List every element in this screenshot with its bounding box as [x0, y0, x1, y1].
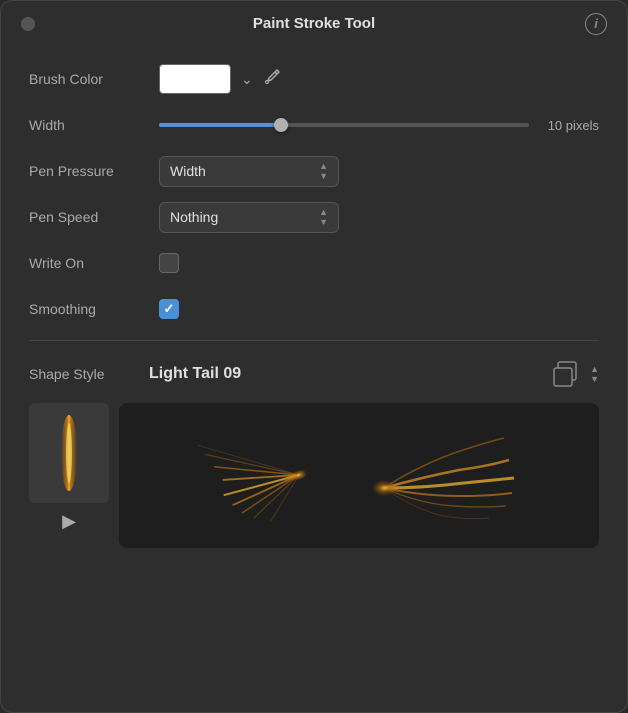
width-value: 10 pixels: [539, 118, 599, 133]
pen-pressure-label: Pen Pressure: [29, 163, 149, 179]
pen-pressure-value: Width: [170, 163, 206, 179]
pen-speed-label: Pen Speed: [29, 209, 149, 225]
color-swatch[interactable]: [159, 64, 231, 94]
copy-style-button[interactable]: [552, 360, 582, 388]
shape-style-stepper[interactable]: ▲ ▼: [590, 365, 599, 384]
titlebar: Paint Stroke Tool i: [1, 1, 627, 46]
smoothing-row: Smoothing ✓: [29, 286, 599, 332]
main-content: Brush Color ⌄ Width 10 pixels: [1, 46, 627, 568]
width-slider-thumb[interactable]: [274, 118, 288, 132]
width-row: Width 10 pixels: [29, 102, 599, 148]
shape-style-controls: ▲ ▼: [552, 360, 599, 388]
preview-thumb-container: ▶: [29, 403, 109, 548]
write-on-checkbox[interactable]: [159, 253, 179, 273]
shape-preview-thumb[interactable]: [29, 403, 109, 503]
write-on-label: Write On: [29, 255, 149, 271]
shape-style-label: Shape Style: [29, 366, 149, 382]
shape-style-row: Shape Style Light Tail 09 ▲ ▼: [29, 349, 599, 399]
eyedropper-icon[interactable]: [263, 68, 281, 91]
pen-pressure-row: Pen Pressure Width ▲ ▼: [29, 148, 599, 194]
preview-area: ▶: [29, 403, 599, 548]
pen-pressure-dropdown[interactable]: Width ▲ ▼: [159, 156, 339, 187]
width-slider-track[interactable]: [159, 123, 529, 127]
smoothing-label: Smoothing: [29, 301, 149, 317]
pen-speed-row: Pen Speed Nothing ▲ ▼: [29, 194, 599, 240]
brush-color-row: Brush Color ⌄: [29, 56, 599, 102]
paint-stroke-tool-window: Paint Stroke Tool i Brush Color ⌄ Width: [0, 0, 628, 713]
shape-preview-main[interactable]: [119, 403, 599, 548]
play-button[interactable]: ▶: [62, 511, 76, 532]
pen-speed-value: Nothing: [170, 209, 218, 225]
pen-speed-stepper[interactable]: ▲ ▼: [319, 208, 328, 227]
width-label: Width: [29, 117, 149, 133]
smoothing-checkbox[interactable]: ✓: [159, 299, 179, 319]
info-button[interactable]: i: [585, 13, 607, 35]
shape-style-name: Light Tail 09: [149, 365, 552, 383]
pen-pressure-stepper[interactable]: ▲ ▼: [319, 162, 328, 181]
pen-speed-dropdown[interactable]: Nothing ▲ ▼: [159, 202, 339, 233]
checkmark-icon: ✓: [164, 301, 175, 317]
preview-main-svg: [119, 403, 599, 548]
traffic-light-button[interactable]: [21, 17, 35, 31]
divider: [29, 340, 599, 341]
width-slider-container: [159, 123, 529, 127]
write-on-row: Write On: [29, 240, 599, 286]
color-dropdown-arrow[interactable]: ⌄: [241, 71, 253, 88]
window-title: Paint Stroke Tool: [253, 15, 375, 32]
brush-color-label: Brush Color: [29, 71, 149, 87]
thumb-shape-svg: [39, 408, 99, 498]
